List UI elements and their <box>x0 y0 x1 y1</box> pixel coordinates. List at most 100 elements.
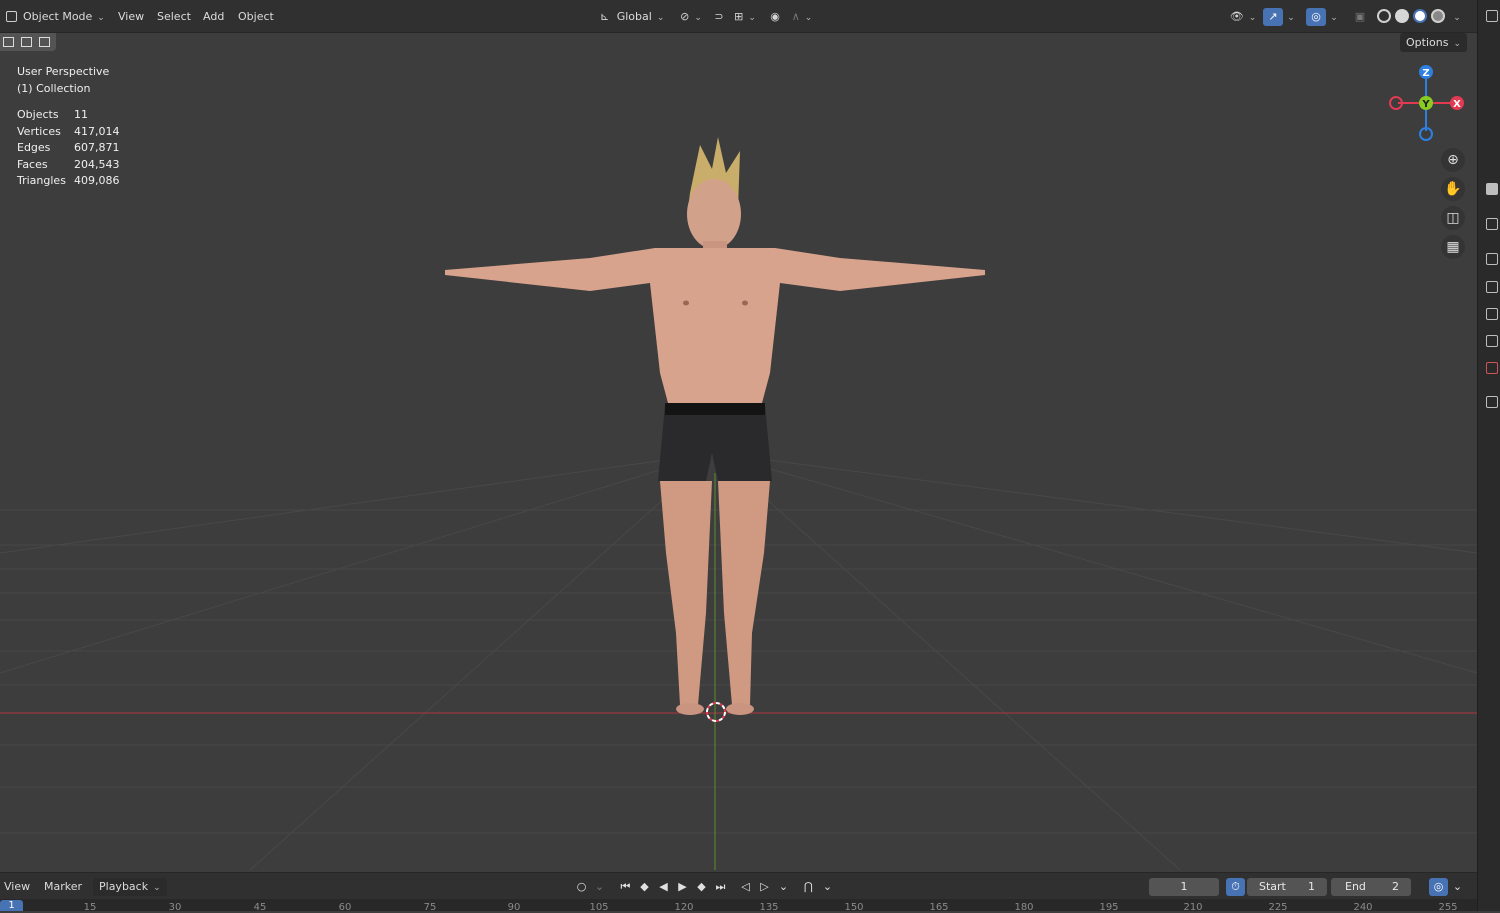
play-icon[interactable]: ▶ <box>673 878 692 896</box>
scene-tab-icon[interactable] <box>1486 335 1498 347</box>
ruler-tick: 195 <box>1099 902 1119 913</box>
pan-hand-icon[interactable]: ✋ <box>1441 177 1465 201</box>
select-subtract-icon[interactable] <box>39 37 50 47</box>
next-frame-icon[interactable]: ▷ <box>755 878 774 896</box>
rendered-shading-icon[interactable] <box>1431 9 1445 23</box>
options-dropdown[interactable]: Options ⌄ <box>1400 33 1467 52</box>
overlay-toggle[interactable]: ◎ <box>1306 8 1326 26</box>
ruler-tick: 180 <box>1014 902 1034 913</box>
ortho-grid-icon[interactable]: ▦ <box>1441 235 1465 259</box>
select-extend-icon[interactable] <box>21 37 32 47</box>
falloff-icon: ∧ <box>791 10 800 23</box>
zoom-icon[interactable]: ⊕ <box>1441 148 1465 172</box>
menu-add[interactable]: Add <box>197 8 230 26</box>
solid-shading-icon[interactable] <box>1395 9 1409 23</box>
playhead[interactable]: 1 <box>0 900 23 911</box>
keying-dropdown[interactable]: ⌄ <box>590 878 609 896</box>
ruler-tick: 30 <box>168 902 182 913</box>
collection-tab-icon[interactable] <box>1486 396 1498 408</box>
view-name: User Perspective <box>17 65 110 78</box>
scene-statistics: Objects 11 Vertices 417,014 Edges 607,871 F… <box>17 107 120 190</box>
menu-object[interactable]: Object <box>232 8 280 26</box>
stat-row: Faces 204,543 <box>17 157 120 171</box>
3d-cursor-icon[interactable] <box>706 702 726 722</box>
selection-mode-buttons[interactable] <box>0 33 56 51</box>
tool-settings-icon[interactable] <box>1486 218 1498 230</box>
ruler-tick: 135 <box>759 902 779 913</box>
xray-toggle[interactable]: ▣ <box>1350 8 1370 26</box>
camera-view-icon[interactable]: ◫ <box>1441 206 1465 230</box>
object-mode-dropdown[interactable]: Object Mode ⌄ <box>2 8 111 26</box>
end-frame-field[interactable]: End 2 <box>1331 878 1411 896</box>
next-keyframe-icon[interactable]: ◆ <box>692 878 711 896</box>
play-reverse-icon[interactable]: ◀ <box>654 878 673 896</box>
start-frame-field[interactable]: Start 1 <box>1247 878 1327 896</box>
pivot-point-dropdown[interactable]: ⊘ ⌄ <box>676 8 706 26</box>
floor-grid <box>0 137 1477 870</box>
object-visibility-dropdown[interactable]: 👁 ⌄ <box>1228 8 1258 26</box>
output-tab-icon[interactable] <box>1486 281 1498 293</box>
frame-ruler[interactable]: 1 15 30 45 60 75 90 105 120 135 150 165 … <box>0 899 1477 913</box>
overlay-icon: ◎ <box>1311 10 1321 23</box>
transform-orientation-dropdown[interactable]: ⊾ Global ⌄ <box>594 8 670 26</box>
ruler-tick: 60 <box>338 902 352 913</box>
wireframe-shading-icon[interactable] <box>1377 9 1391 23</box>
current-frame-field[interactable]: 1 <box>1149 878 1219 896</box>
timeline-menu-view[interactable]: View <box>0 878 34 896</box>
gizmo-toggle[interactable]: ↗ <box>1263 8 1283 26</box>
chevron-down-icon: ⌄ <box>656 13 665 23</box>
snap-toggle[interactable]: ⊃ <box>709 8 729 26</box>
ruler-tick: 150 <box>844 902 864 913</box>
snap-timeline-icon[interactable]: ⋂ <box>799 878 818 896</box>
object-mode-icon <box>6 11 17 22</box>
3d-viewport[interactable]: Options ⌄ User Perspective (1) Collection… <box>0 33 1477 870</box>
ruler-tick: 210 <box>1183 902 1203 913</box>
snap-target-icon: ⊞ <box>734 10 744 23</box>
ruler-tick: 255 <box>1438 902 1458 913</box>
tool-tab-icon[interactable] <box>1486 183 1498 195</box>
jump-start-icon[interactable]: ⏮ <box>616 878 635 896</box>
transform-orientation-icon: ⊾ <box>600 10 610 23</box>
shading-dropdown[interactable]: ⌄ <box>1450 8 1464 26</box>
menu-view[interactable]: View <box>112 8 150 26</box>
timeline-overlay-dropdown[interactable]: ⌄ <box>1448 878 1467 896</box>
playback-dropdown[interactable]: Playback ⌄ <box>93 878 167 896</box>
chevron-down-icon: ⌄ <box>1453 13 1461 23</box>
timeline-menu-marker[interactable]: Marker <box>40 878 86 896</box>
material-shading-icon[interactable] <box>1413 9 1427 23</box>
overlay-timeline-icon[interactable]: ◎ <box>1429 878 1448 896</box>
xray-icon: ▣ <box>1354 10 1366 23</box>
frame-dropdown[interactable]: ⌄ <box>774 878 793 896</box>
chevron-down-icon: ⌄ <box>1453 39 1461 49</box>
world-tab-icon[interactable] <box>1486 362 1498 374</box>
gizmo-dropdown[interactable]: ⌄ <box>1284 8 1298 26</box>
viewport-info: User Perspective (1) Collection <box>17 63 109 97</box>
proportional-edit-toggle[interactable]: ◉ <box>765 8 785 26</box>
properties-tab-strip <box>1477 0 1500 911</box>
ruler-tick: 165 <box>929 902 949 913</box>
stat-row: Objects 11 <box>17 108 88 121</box>
ruler-tick: 75 <box>423 902 437 913</box>
ruler-tick: 90 <box>507 902 521 913</box>
view-layer-tab-icon[interactable] <box>1486 308 1498 320</box>
jump-end-icon[interactable]: ⏭ <box>711 878 730 896</box>
ruler-tick: 120 <box>674 902 694 913</box>
ruler-tick: 105 <box>589 902 609 913</box>
overlay-dropdown[interactable]: ⌄ <box>1327 8 1341 26</box>
editor-type-icon[interactable] <box>1486 10 1498 22</box>
auto-keying-icon[interactable]: ○ <box>572 878 591 896</box>
select-new-icon[interactable] <box>3 37 14 47</box>
collection-name: (1) Collection <box>17 82 91 95</box>
snap-icon: ⊃ <box>714 10 724 23</box>
snap-timeline-dropdown[interactable]: ⌄ <box>818 878 837 896</box>
proportional-falloff-dropdown[interactable]: ∧ ⌄ <box>788 8 816 26</box>
menu-select[interactable]: Select <box>151 8 197 26</box>
preview-range-icon[interactable]: ⏱ <box>1226 878 1245 896</box>
prev-frame-icon[interactable]: ◁ <box>736 878 755 896</box>
navigation-gizmo[interactable]: Z X Y <box>1380 61 1472 147</box>
prev-keyframe-icon[interactable]: ◆ <box>635 878 654 896</box>
ruler-tick: 45 <box>253 902 267 913</box>
render-tab-icon[interactable] <box>1486 253 1498 265</box>
snap-target-dropdown[interactable]: ⊞ ⌄ <box>730 8 760 26</box>
proportional-edit-icon: ◉ <box>770 10 780 23</box>
